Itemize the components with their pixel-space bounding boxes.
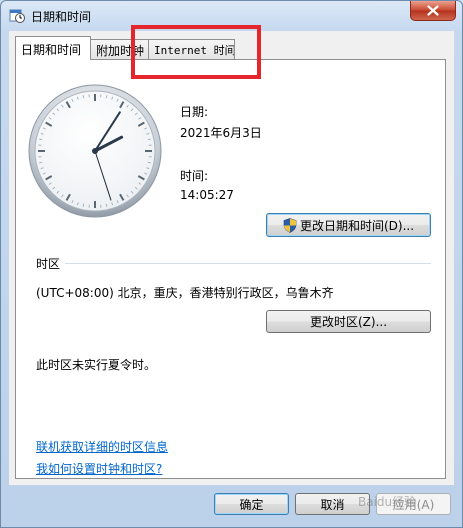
date-label: 日期:: [180, 105, 209, 119]
timezone-value: (UTC+08:00) 北京，重庆，香港特别行政区，乌鲁木齐: [36, 286, 334, 300]
date-time-dialog: 日期和时间 日期和时间 附加时钟 Internet 时间 日期: 2021年6月…: [0, 0, 463, 528]
datetime-app-icon: [9, 9, 25, 23]
window-title: 日期和时间: [31, 10, 92, 24]
annotation-highlight-box: [131, 25, 261, 79]
analog-clock: [28, 84, 162, 218]
close-icon: [427, 5, 439, 16]
uac-shield-icon: [283, 217, 297, 233]
timezone-divider: [65, 263, 431, 264]
ok-button[interactable]: 确定: [214, 493, 289, 515]
clock-minute-tick: [105, 203, 108, 207]
cancel-label: 取消: [320, 497, 345, 512]
clock-minute-tick: [147, 161, 151, 164]
clock-minute-tick: [147, 138, 151, 141]
clock-minute-tick: [82, 203, 85, 207]
change-timezone-button[interactable]: 更改时区(Z)...: [266, 310, 431, 333]
time-label: 时间:: [180, 169, 209, 183]
tab-date-time[interactable]: 日期和时间: [15, 36, 91, 60]
baidu-watermark: Baidu经验: [358, 493, 416, 510]
dst-note: 此时区未实行夏令时。: [36, 358, 157, 372]
change-datetime-button[interactable]: 更改日期和时间(D)...: [266, 213, 431, 237]
close-button[interactable]: [410, 1, 456, 21]
clock-minute-tick: [39, 138, 43, 141]
change-datetime-label: 更改日期和时间(D)...: [299, 218, 415, 233]
clock-minute-tick: [39, 161, 43, 164]
time-value: 14:05:27: [180, 188, 234, 202]
ok-label: 确定: [239, 497, 264, 512]
watermark-text: Baidu经验: [358, 495, 417, 509]
online-timezone-info-link[interactable]: 联机获取详细的时区信息: [36, 438, 168, 455]
clock-minute-tick: [82, 95, 85, 99]
clock-minute-tick: [105, 95, 108, 99]
tab-label: 日期和时间: [21, 43, 82, 57]
how-to-set-clock-link[interactable]: 我如何设置时钟和时区?: [36, 460, 162, 477]
date-value: 2021年6月3日: [180, 126, 262, 140]
timezone-section-label: 时区: [36, 257, 61, 271]
change-timezone-label: 更改时区(Z)...: [309, 315, 388, 329]
